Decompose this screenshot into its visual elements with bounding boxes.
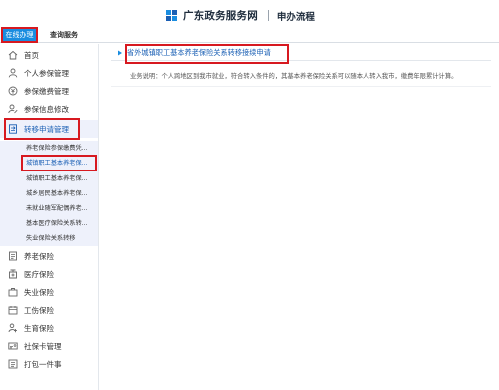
submenu-item-military-spouse[interactable]: 未就业随军配偶养老...: [0, 201, 98, 216]
business-description: 业务说明：个人跨地区到我市就业，符合转入条件的，其基本养老保险关系可以随本人转入…: [130, 73, 458, 80]
content-divider: [111, 86, 491, 87]
payment-icon: [8, 86, 18, 96]
arrow-right-icon: [118, 50, 122, 56]
sidebar-item-label: 参保信息修改: [24, 104, 69, 114]
sidebar-item-maternity[interactable]: 生育保险: [0, 319, 98, 337]
home-icon: [8, 50, 18, 60]
highlight-frame-submenu: [21, 155, 97, 172]
sidebar-item-personal-insurance[interactable]: 个人参保管理: [0, 64, 98, 82]
sidebar-item-work-injury[interactable]: 工伤保险: [0, 301, 98, 319]
top-header: 广东政务服务网 申办流程: [0, 0, 499, 28]
sidebar-item-medical[interactable]: 医疗保险: [0, 265, 98, 283]
main-content: 省外城镇职工基本养老保险关系转移接续申请 业务说明：个人跨地区到我市就业，符合转…: [106, 44, 496, 390]
sidebar-item-package[interactable]: 打包一件事: [0, 355, 98, 373]
sidebar-item-home[interactable]: 首页: [0, 46, 98, 64]
sidebar-item-label: 个人参保管理: [24, 68, 69, 78]
sidebar: 首页 个人参保管理 参保缴费管理 参保信息修改 转移申请管理 养老保险参保缴费凭…: [0, 44, 99, 390]
sidebar-item-payment[interactable]: 参保缴费管理: [0, 82, 98, 100]
injury-icon: [8, 305, 18, 315]
sidebar-item-label: 失业保险: [24, 287, 54, 297]
sidebar-item-label: 生育保险: [24, 323, 54, 333]
brand-divider: [267, 10, 269, 21]
gd-logo-icon: [166, 9, 177, 21]
highlight-frame-tab: [1, 27, 38, 43]
tab-bar: 在线办理 查询服务: [0, 27, 499, 43]
submenu-item-rural-pension[interactable]: 城乡居民基本养老保...: [0, 186, 98, 201]
site-name: 广东政务服务网: [183, 10, 258, 22]
pension-icon: [8, 251, 18, 261]
card-icon: [8, 341, 18, 351]
sidebar-item-label: 工伤保险: [24, 305, 54, 315]
package-icon: [8, 359, 18, 369]
unemployment-icon: [8, 287, 18, 297]
medical-icon: [8, 269, 18, 279]
maternity-icon: [8, 323, 18, 333]
sidebar-item-pension[interactable]: 养老保险: [0, 247, 98, 265]
user-icon: [8, 68, 18, 78]
tab-query-service[interactable]: 查询服务: [50, 29, 78, 41]
sidebar-item-social-card[interactable]: 社保卡管理: [0, 337, 98, 355]
sidebar-item-label: 养老保险: [24, 251, 54, 261]
submenu-item-unemployment-transfer[interactable]: 失业保险关系转移: [0, 231, 98, 246]
submenu-item-pension-certificate[interactable]: 养老保险参保缴费凭...: [0, 141, 98, 156]
sidebar-item-info-edit[interactable]: 参保信息修改: [0, 100, 98, 118]
sidebar-item-unemployment[interactable]: 失业保险: [0, 283, 98, 301]
edit-icon: [8, 104, 18, 114]
submenu-item-urban-pension-2[interactable]: 城镇职工基本养老保...: [0, 171, 98, 186]
section-title: 申办流程: [276, 11, 315, 23]
sidebar-item-label: 社保卡管理: [24, 341, 62, 351]
sidebar-item-label: 医疗保险: [24, 269, 54, 279]
sidebar-item-label: 参保缴费管理: [24, 86, 69, 96]
highlight-frame-title: [125, 44, 289, 64]
sidebar-item-label: 打包一件事: [24, 359, 62, 369]
brand[interactable]: 广东政务服务网 申办流程: [166, 8, 315, 23]
highlight-frame-transfer: [4, 118, 80, 140]
submenu-item-medical-transfer[interactable]: 基本医疗保险关系转...: [0, 216, 98, 231]
sidebar-item-label: 首页: [24, 50, 39, 60]
